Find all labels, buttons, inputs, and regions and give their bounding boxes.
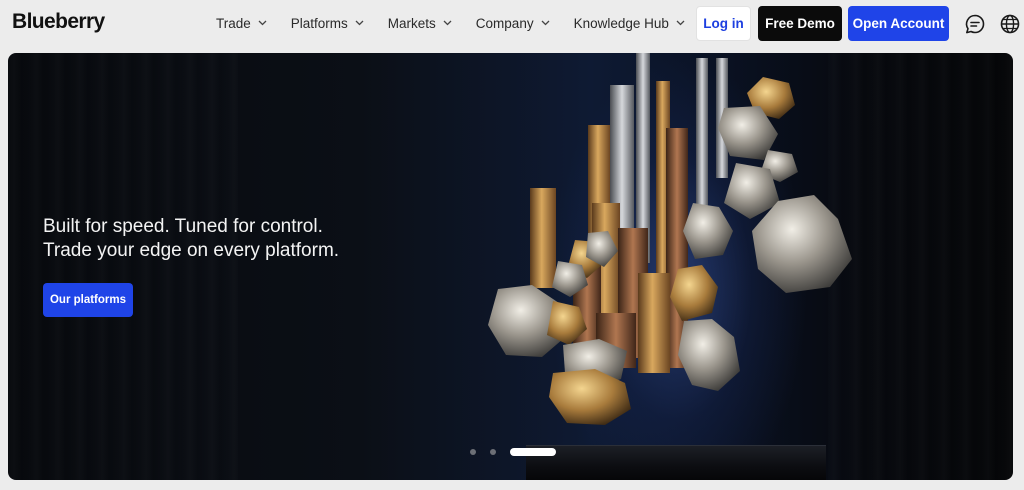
nav-item-markets[interactable]: Markets (388, 16, 452, 31)
nav-item-trade[interactable]: Trade (216, 16, 267, 31)
chevron-down-icon (355, 20, 364, 26)
carousel-dot-3-active[interactable] (510, 448, 556, 456)
carousel-dot-1[interactable] (470, 449, 476, 455)
free-demo-button[interactable]: Free Demo (758, 6, 842, 41)
top-navigation-bar: Blueberry Trade Platforms Markets Compan… (0, 0, 1024, 48)
metal-crystals-illustration (488, 53, 852, 425)
globe-icon[interactable] (999, 13, 1021, 35)
our-platforms-button[interactable]: Our platforms (43, 283, 133, 317)
nav-item-label: Markets (387, 15, 436, 31)
nav-item-label: Platforms (290, 15, 348, 31)
carousel-indicators (470, 448, 556, 456)
nav-item-platforms[interactable]: Platforms (291, 16, 364, 31)
blueberry-logo[interactable]: Blueberry (12, 10, 105, 34)
chat-icon[interactable] (964, 13, 986, 35)
hero-headline: Built for speed. Tuned for control. Trad… (43, 215, 339, 263)
main-nav: Trade Platforms Markets Company Knowledg… (216, 0, 709, 46)
hero-headline-line-2: Trade your edge on every platform. (43, 240, 340, 261)
open-account-button[interactable]: Open Account (848, 6, 949, 41)
hero-banner: Built for speed. Tuned for control. Trad… (8, 53, 1013, 480)
curtain-texture (8, 53, 238, 480)
nav-item-label: Company (475, 15, 534, 31)
nav-item-company[interactable]: Company (476, 16, 550, 31)
chevron-down-icon (676, 20, 685, 26)
nav-item-label: Trade (216, 15, 251, 31)
chevron-down-icon (541, 20, 550, 26)
login-button[interactable]: Log in (696, 6, 751, 41)
nav-item-knowledge-hub[interactable]: Knowledge Hub (574, 16, 685, 31)
carousel-dot-2[interactable] (490, 449, 496, 455)
hero-headline-line-1: Built for speed. Tuned for control. (43, 216, 323, 237)
chevron-down-icon (258, 20, 267, 26)
chevron-down-icon (443, 20, 452, 26)
nav-item-label: Knowledge Hub (573, 15, 669, 31)
